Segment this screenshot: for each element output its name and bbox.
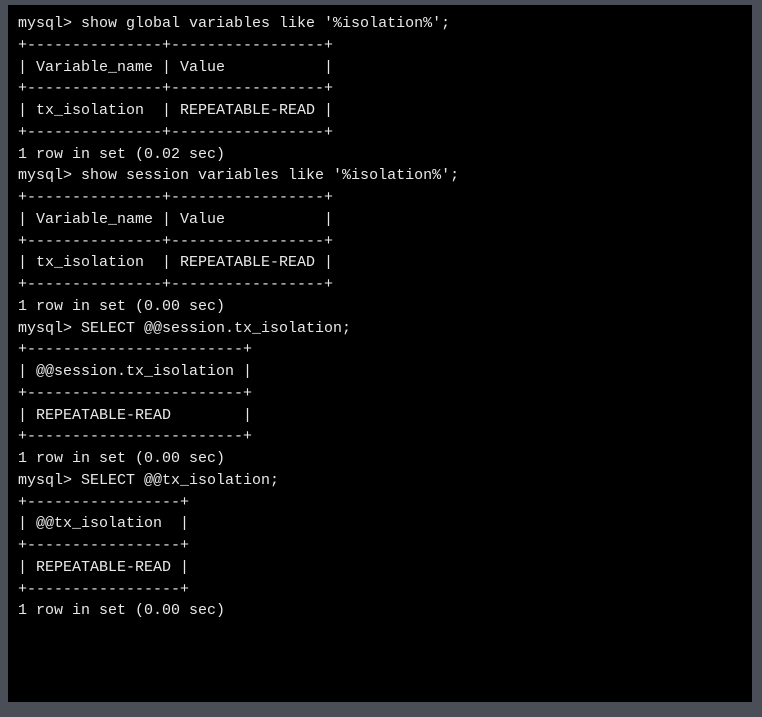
table-border: +---------------+-----------------+ <box>18 274 742 296</box>
command-text: show global variables like '%isolation%'… <box>81 15 450 32</box>
table-border: +---------------+-----------------+ <box>18 231 742 253</box>
command-text: SELECT @@tx_isolation; <box>81 472 279 489</box>
table-row: | REPEATABLE-READ | <box>18 405 742 427</box>
table-border: +-----------------+ <box>18 579 742 601</box>
command-line: mysql> show session variables like '%iso… <box>18 165 742 187</box>
table-border: +------------------------+ <box>18 383 742 405</box>
command-line: mysql> SELECT @@tx_isolation; <box>18 470 742 492</box>
command-text: show session variables like '%isolation%… <box>81 167 459 184</box>
table-border: +------------------------+ <box>18 339 742 361</box>
mysql-prompt: mysql> <box>18 167 81 184</box>
result-footer: 1 row in set (0.00 sec) <box>18 600 742 622</box>
table-header: | @@tx_isolation | <box>18 513 742 535</box>
table-border: +---------------+-----------------+ <box>18 122 742 144</box>
table-border: +---------------+-----------------+ <box>18 78 742 100</box>
table-border: +---------------+-----------------+ <box>18 35 742 57</box>
table-border: +-----------------+ <box>18 535 742 557</box>
result-footer: 1 row in set (0.02 sec) <box>18 144 742 166</box>
table-row: | REPEATABLE-READ | <box>18 557 742 579</box>
mysql-prompt: mysql> <box>18 320 81 337</box>
table-border: +-----------------+ <box>18 492 742 514</box>
table-header: | @@session.tx_isolation | <box>18 361 742 383</box>
table-header: | Variable_name | Value | <box>18 209 742 231</box>
table-row: | tx_isolation | REPEATABLE-READ | <box>18 100 742 122</box>
command-line: mysql> show global variables like '%isol… <box>18 13 742 35</box>
table-header: | Variable_name | Value | <box>18 57 742 79</box>
mysql-prompt: mysql> <box>18 472 81 489</box>
table-row: | tx_isolation | REPEATABLE-READ | <box>18 252 742 274</box>
command-text: SELECT @@session.tx_isolation; <box>81 320 351 337</box>
table-border: +---------------+-----------------+ <box>18 187 742 209</box>
mysql-terminal[interactable]: mysql> show global variables like '%isol… <box>8 5 752 702</box>
result-footer: 1 row in set (0.00 sec) <box>18 448 742 470</box>
command-line: mysql> SELECT @@session.tx_isolation; <box>18 318 742 340</box>
mysql-prompt: mysql> <box>18 15 81 32</box>
table-border: +------------------------+ <box>18 426 742 448</box>
result-footer: 1 row in set (0.00 sec) <box>18 296 742 318</box>
